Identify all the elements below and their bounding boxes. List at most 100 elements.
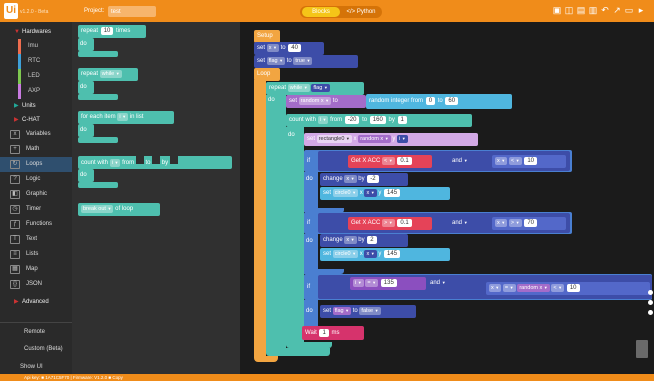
x-var[interactable]: x ▼ — [364, 250, 377, 258]
break-out-block[interactable]: break out ▼ of loop — [78, 203, 160, 216]
x-minus-random-block[interactable]: x ▼ = ▼ random x ▼ < ▼ 10 — [486, 282, 650, 295]
upload-icon[interactable]: ▥ — [588, 5, 598, 15]
x-init-value[interactable]: 40 — [288, 44, 301, 52]
category-loops[interactable]: ↻ Loops — [0, 157, 72, 172]
random-integer-block[interactable]: random integer from 0 to 60 — [366, 94, 512, 109]
break-mode-dropdown[interactable]: break out ▼ — [81, 205, 114, 213]
item-var-dropdown[interactable]: i ▼ — [117, 113, 129, 121]
count-with-block[interactable]: count with i ▼ from to by — [78, 156, 232, 169]
circle-y-value-2[interactable]: 145 — [384, 250, 401, 258]
op-dropdown[interactable]: < ▼ — [508, 157, 522, 165]
redo-icon[interactable]: ↗ — [612, 5, 622, 15]
category-axp[interactable]: AXP — [0, 84, 72, 99]
random-x-var[interactable]: random x ▼ — [358, 135, 391, 143]
var-dropdown[interactable]: random x ▼ — [298, 97, 332, 105]
circle-y-value-1[interactable]: 145 — [384, 189, 401, 197]
random-compare-value[interactable]: 10 — [566, 284, 580, 292]
change-x-block-2[interactable]: change x ▼ by 2 — [320, 234, 408, 247]
set-rectangle-block[interactable]: set rectangle0 ▼ x random x ▼ y i ▼ — [304, 133, 478, 146]
category-variables[interactable]: x Variables — [0, 127, 72, 142]
run-icon[interactable]: ▭ — [624, 5, 634, 15]
blockly-workspace[interactable]: Setup set x ▼ to 40 set flag ▼ to true ▼… — [240, 22, 654, 377]
category-advanced[interactable]: ▶ Advanced — [0, 295, 72, 309]
change-value-1[interactable]: -2 — [367, 175, 379, 183]
change-x-block-1[interactable]: change x ▼ by -2 — [320, 173, 408, 186]
category-text[interactable]: T Text — [0, 232, 72, 247]
op-dropdown[interactable]: > ▼ — [508, 219, 522, 227]
zoom-in-icon[interactable] — [648, 290, 653, 295]
category-graphic[interactable]: ◧ Graphic — [0, 187, 72, 202]
open-icon[interactable]: ◫ — [564, 5, 574, 15]
x-var[interactable]: x ▼ — [344, 236, 357, 244]
op-dropdown[interactable]: = ▼ — [502, 284, 516, 292]
x-var[interactable]: x ▼ — [364, 189, 377, 197]
category-lists[interactable]: ≡ Lists — [0, 247, 72, 262]
for-each-block[interactable]: for each item i ▼ in list — [78, 111, 174, 124]
get-acc-compare-1[interactable]: Get X ACC < ▼ 0.1 — [348, 155, 432, 168]
op-dropdown[interactable]: < ▼ — [551, 284, 565, 292]
i-var[interactable]: i ▼ — [397, 135, 408, 143]
count-var-dropdown[interactable]: i ▼ — [317, 116, 329, 124]
category-chat[interactable]: ▶ C-HAT — [0, 113, 72, 127]
var-dropdown[interactable]: flag ▼ — [266, 57, 286, 65]
remote-button[interactable]: Remote — [0, 322, 72, 340]
category-json[interactable]: {} JSON — [0, 277, 72, 292]
project-name-input[interactable] — [108, 6, 156, 17]
op-dropdown[interactable]: = ▼ — [365, 279, 379, 287]
times-value[interactable]: 10 — [100, 27, 114, 35]
random-to-value[interactable]: 60 — [445, 97, 459, 105]
by-socket[interactable] — [169, 156, 178, 164]
count-to-value[interactable]: 160 — [369, 116, 386, 124]
i-compare-block[interactable]: i ▼ = ▼ 135 — [350, 277, 426, 290]
category-timer[interactable]: ◷ Timer — [0, 202, 72, 217]
category-logic[interactable]: ? Logic — [0, 172, 72, 187]
count-with-block[interactable]: count with i ▼ from -20 to 160 by 1 — [286, 114, 472, 127]
category-units[interactable]: ▶ Units — [0, 99, 72, 113]
zoom-reset-icon[interactable] — [648, 310, 653, 315]
to-socket[interactable] — [152, 156, 161, 164]
category-math[interactable]: + Math — [0, 142, 72, 157]
category-map[interactable]: ▦ Map — [0, 262, 72, 277]
and-dropdown[interactable]: and ▼ — [430, 280, 446, 286]
bool-dropdown[interactable]: false ▼ — [359, 307, 381, 315]
x-var[interactable]: x ▼ — [495, 157, 508, 165]
wait-block[interactable]: Wait 1 ms — [302, 326, 364, 340]
rect-dropdown[interactable]: rectangle0 ▼ — [316, 135, 352, 143]
repeat-while-block[interactable]: repeat while ▼ — [78, 68, 138, 81]
category-rtc[interactable]: RTC — [0, 54, 72, 69]
random-from-value[interactable]: 0 — [425, 97, 436, 105]
bool-dropdown[interactable]: true ▼ — [293, 57, 313, 65]
circle-dropdown[interactable]: circle0 ▼ — [332, 250, 359, 258]
set-x-block[interactable]: set x ▼ to 40 — [254, 42, 324, 55]
x-var[interactable]: x ▼ — [495, 219, 508, 227]
and-dropdown[interactable]: and ▼ — [452, 158, 468, 164]
download-icon[interactable]: ▤ — [576, 5, 586, 15]
category-hardwares[interactable]: ▼ Hardwares — [0, 25, 72, 39]
set-circle-block-2[interactable]: set circle0 ▼ x x ▼ y 145 — [320, 248, 450, 261]
i-var[interactable]: i ▼ — [353, 279, 364, 287]
zoom-out-icon[interactable] — [648, 300, 653, 305]
set-random-block[interactable]: set random x ▼ to — [286, 95, 366, 108]
category-imu[interactable]: Imu — [0, 39, 72, 54]
var-dropdown[interactable]: x ▼ — [266, 44, 279, 52]
custom-beta-button[interactable]: Custom (Beta) — [0, 340, 72, 358]
set-flag-block[interactable]: set flag ▼ to true ▼ — [254, 55, 358, 68]
x-compare-1[interactable]: x ▼ < ▼ 10 — [492, 155, 566, 168]
from-socket[interactable] — [135, 156, 144, 164]
change-value-2[interactable]: 2 — [367, 236, 377, 244]
blocks-mode-button[interactable]: Blocks — [302, 7, 340, 17]
random-x-var[interactable]: random x ▼ — [517, 284, 550, 292]
op-dropdown[interactable]: > ▼ — [382, 219, 395, 227]
acc-value-1[interactable]: 0.1 — [397, 157, 412, 165]
repeat-times-block[interactable]: repeat 10 times — [78, 25, 146, 38]
set-circle-block-1[interactable]: set circle0 ▼ x x ▼ y 145 — [320, 187, 450, 200]
circle-dropdown[interactable]: circle0 ▼ — [332, 189, 359, 197]
category-led[interactable]: LED — [0, 69, 72, 84]
trash-icon[interactable] — [636, 340, 648, 358]
count-var-dropdown[interactable]: i ▼ — [109, 159, 121, 167]
op-dropdown[interactable]: < ▼ — [382, 157, 395, 165]
i-compare-value[interactable]: 135 — [380, 279, 397, 287]
flag-var-dropdown[interactable]: flag ▼ — [332, 307, 352, 315]
set-flag-false-block[interactable]: set flag ▼ to false ▼ — [320, 305, 416, 318]
wait-value[interactable]: 1 — [319, 329, 329, 337]
